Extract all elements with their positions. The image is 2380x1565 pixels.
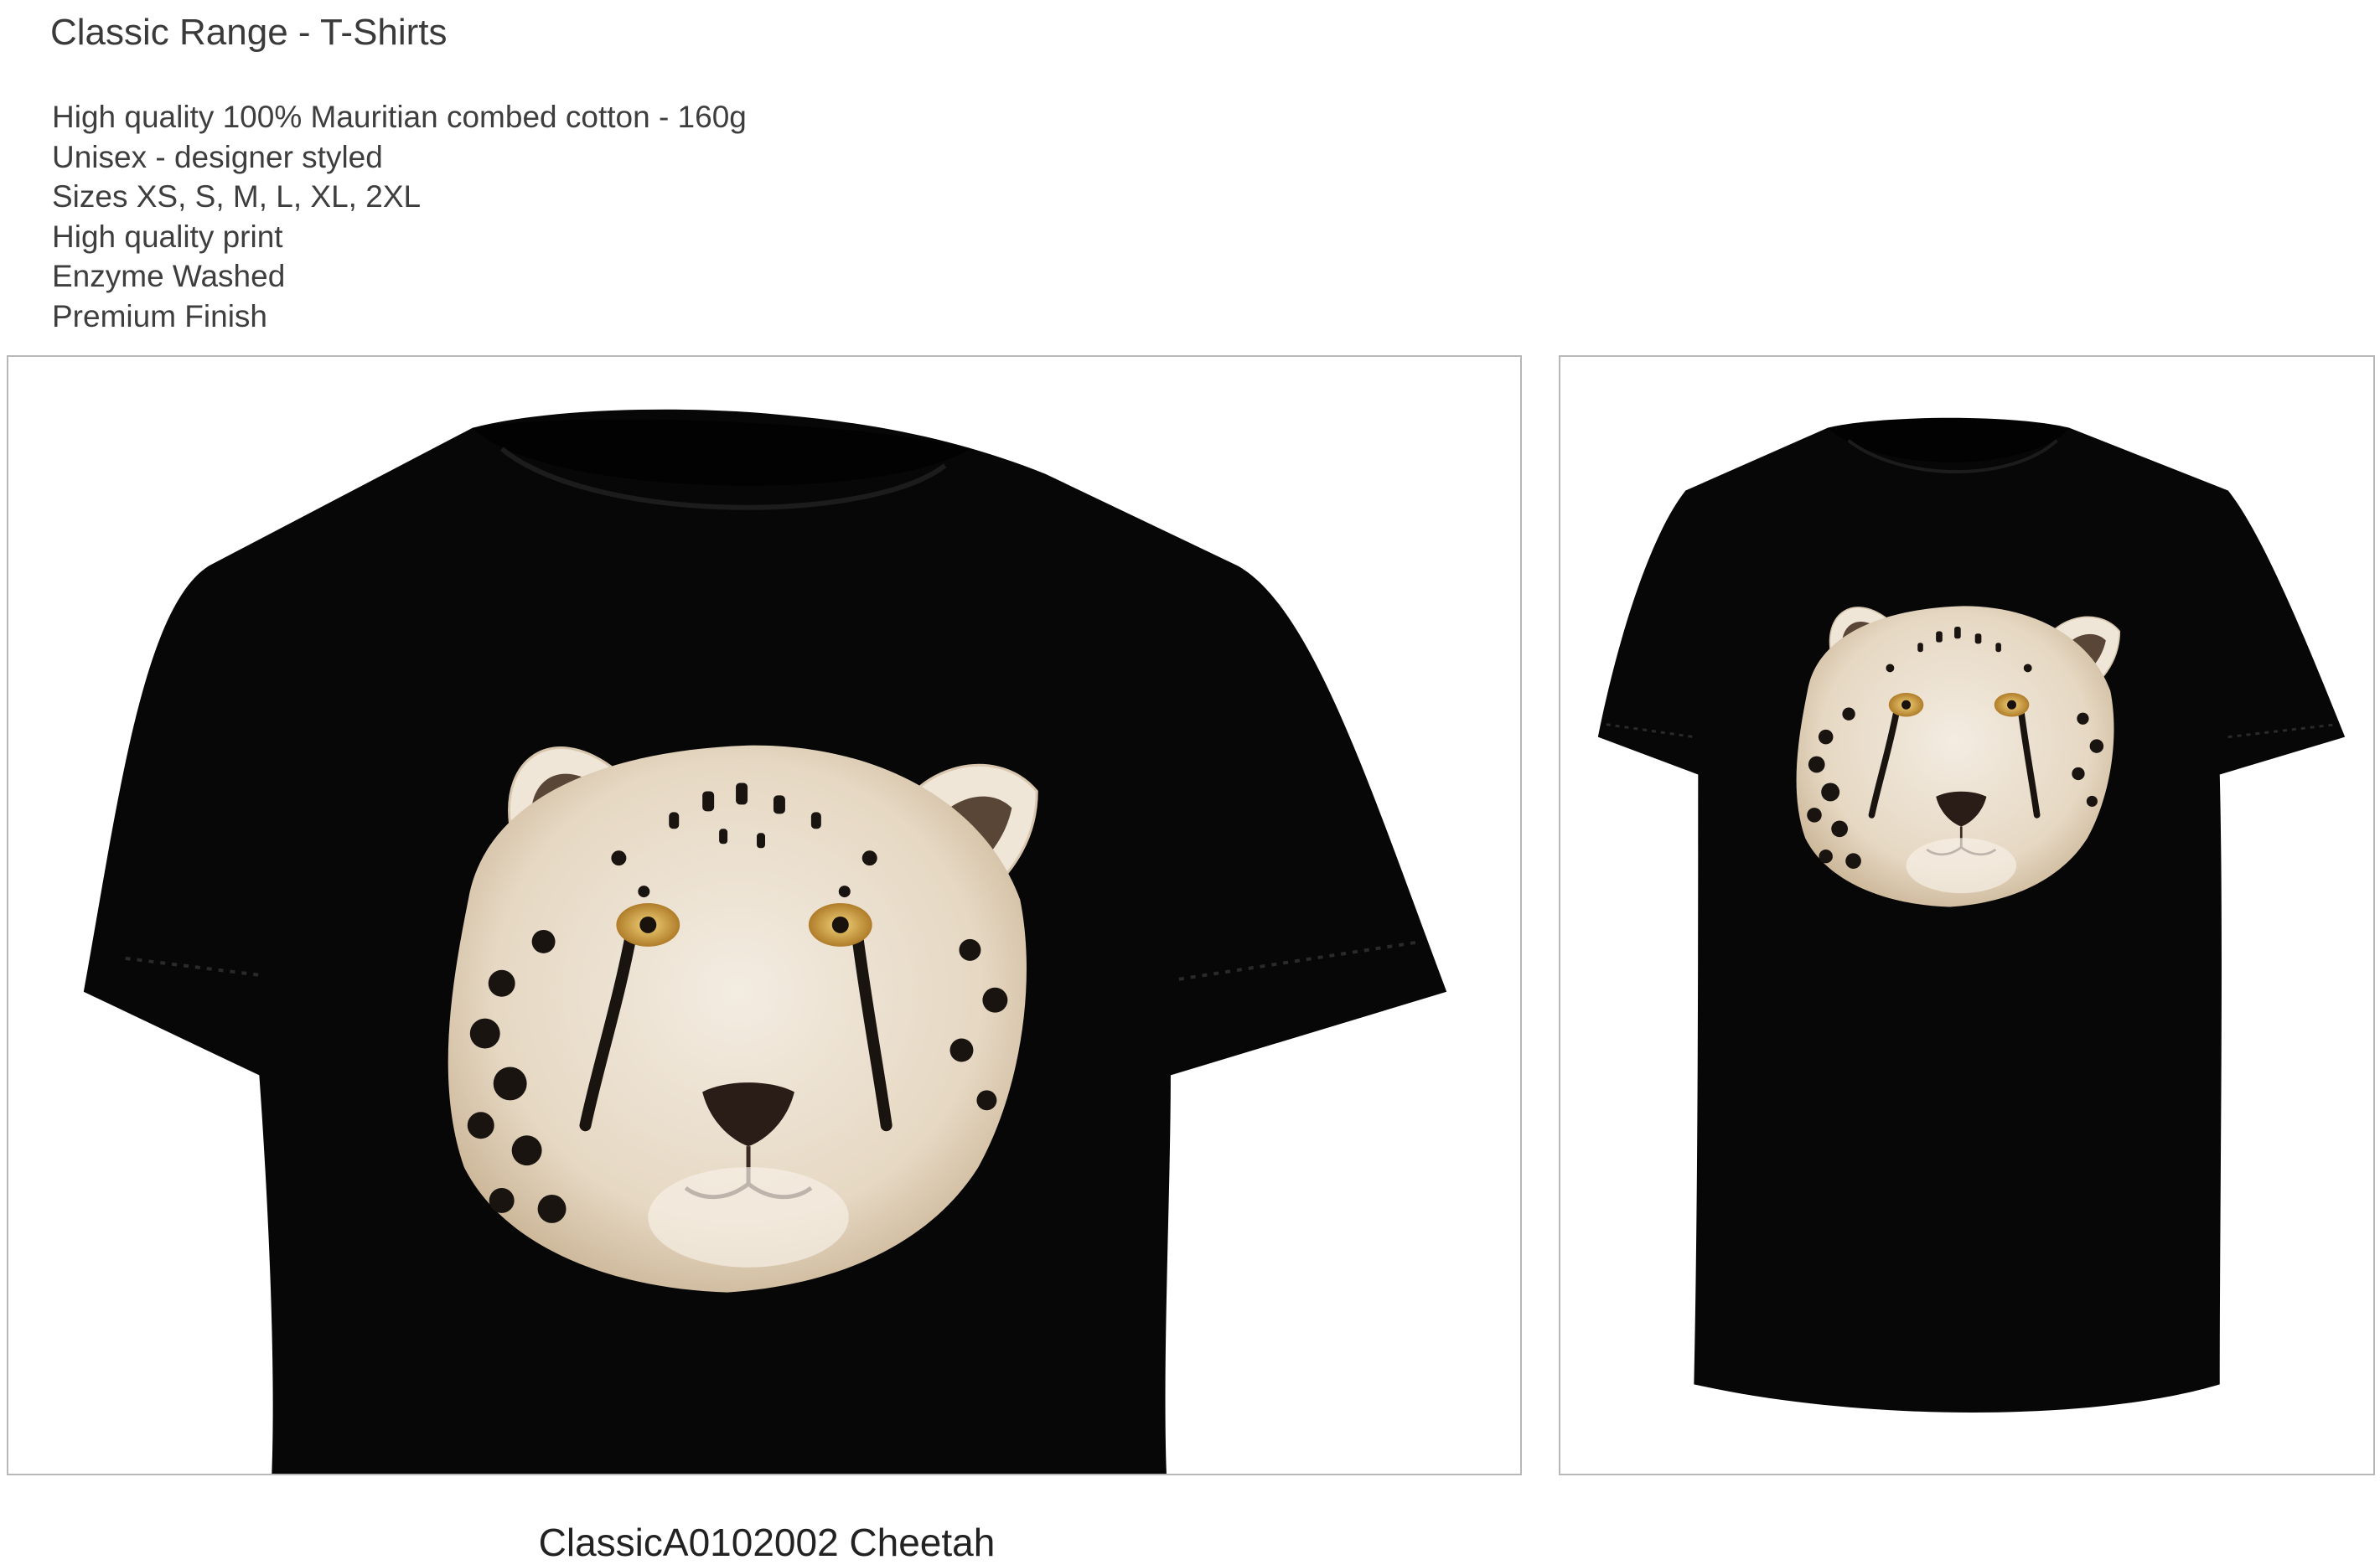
feature-list: High quality 100% Mauritian combed cotto… [52,97,747,336]
feature-item: Enzyme Washed [52,259,286,293]
shirt-body [1597,417,2346,1413]
feature-item: Sizes XS, S, M, L, XL, 2XL [52,179,422,214]
tshirt-closeup-graphic [83,409,1447,1474]
feature-item: High quality print [52,219,283,254]
tshirt-full-graphic [1597,417,2346,1413]
tshirt-closeup-image [7,355,1522,1475]
feature-item: Premium Finish [52,298,267,333]
product-caption: ClassicA0102002 Cheetah [538,1521,996,1564]
feature-item: Unisex - designer styled [52,139,383,174]
tshirt-full-image [1559,355,2375,1475]
page-title: Classic Range - T-Shirts [50,12,448,53]
feature-item: High quality 100% Mauritian combed cotto… [52,100,747,134]
